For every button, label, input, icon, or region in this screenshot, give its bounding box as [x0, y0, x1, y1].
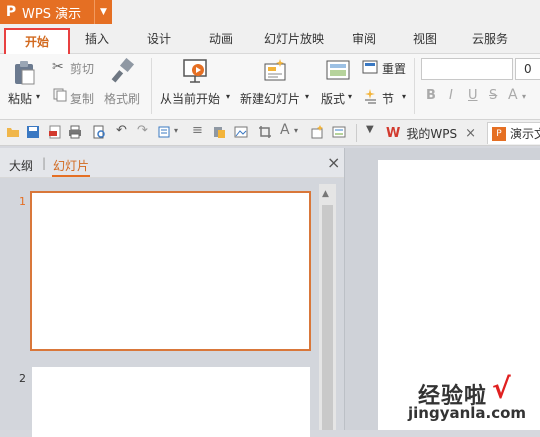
font-size-input[interactable]: 0	[515, 58, 540, 80]
tab-slides[interactable]: 幻灯片	[53, 157, 89, 174]
bold-button[interactable]: B	[426, 88, 436, 103]
section-dropdown-icon[interactable]: ▾	[402, 92, 406, 101]
font-color-dropdown-icon[interactable]: ▾	[522, 92, 526, 101]
layout-small-icon[interactable]	[332, 125, 346, 139]
tab-cloud-service[interactable]: 云服务	[469, 30, 511, 50]
tab-animation[interactable]: 动画	[206, 30, 236, 50]
app-title: WPS 演示	[22, 6, 82, 22]
print-icon[interactable]	[68, 125, 82, 139]
slide-number: 2	[19, 372, 26, 385]
from-current-button[interactable]: 从当前开始	[160, 90, 220, 107]
tab-view[interactable]: 视图	[410, 30, 440, 50]
slide-number: 1	[19, 195, 26, 208]
new-slide-icon[interactable]	[262, 58, 288, 84]
copy-button[interactable]: 复制	[70, 90, 94, 107]
paste-button[interactable]: 粘贴	[8, 90, 32, 107]
redo-icon[interactable]: ↷	[137, 123, 151, 138]
align-icon[interactable]: ≡	[192, 123, 206, 138]
tab-review[interactable]: 审阅	[349, 30, 379, 50]
tab-home-highlight: 开始	[4, 28, 70, 57]
crop-icon[interactable]	[258, 125, 272, 139]
play-from-current-icon[interactable]	[182, 58, 210, 86]
tab-outline[interactable]: 大纲	[9, 157, 33, 174]
chevron-down-icon[interactable]: ▼	[94, 0, 112, 24]
presentation-file-icon: P	[492, 126, 506, 141]
save-icon[interactable]	[26, 125, 40, 139]
slide-thumbnail[interactable]	[32, 367, 310, 437]
format-painter-button[interactable]: 格式刷	[104, 90, 140, 107]
watermark-url: jingyanla.com	[408, 404, 527, 422]
tab-separator: |	[42, 156, 47, 170]
slide-thumbnail-selected[interactable]	[30, 191, 311, 351]
quick-access-toolbar: ↶ ↷ ▾ ≡ A ▾ ▼ W 我的WPS × P 演示文	[0, 120, 540, 146]
checkmark-icon: √	[492, 372, 511, 405]
scroll-up-icon[interactable]: ▲	[322, 189, 329, 199]
close-icon[interactable]: ×	[465, 126, 476, 141]
toolbar-overflow-icon[interactable]: ▼	[366, 124, 380, 138]
font-size-value: 0	[524, 62, 532, 76]
toolbar-divider	[356, 124, 357, 142]
title-bar	[112, 0, 540, 24]
tab-home[interactable]: 开始	[6, 33, 68, 50]
reset-icon	[362, 60, 378, 74]
tab-slideshow[interactable]: 幻灯片放映	[261, 30, 327, 50]
copy-icon	[53, 88, 67, 102]
paste-special-icon[interactable]	[212, 125, 226, 139]
new-slide-button[interactable]: 新建幻灯片	[240, 90, 300, 107]
app-menu-button[interactable]: P WPS 演示 ▼	[0, 0, 112, 24]
format-painter-icon[interactable]	[110, 58, 136, 84]
layout-button[interactable]: 版式	[321, 90, 345, 107]
new-slide-small-icon[interactable]	[310, 125, 324, 139]
scissors-icon: ✂	[52, 59, 64, 75]
strikethrough-button[interactable]: S	[489, 88, 497, 103]
ribbon-panel: 粘贴 ▾ ✂ 剪切 复制 格式刷 从当前开始 ▾ 新建幻灯片 ▾ 版式 ▾ 重置…	[0, 54, 540, 120]
section-icon	[365, 89, 376, 104]
wps-logo-icon: P	[5, 4, 17, 20]
layout-dropdown-icon[interactable]: ▾	[348, 92, 352, 101]
chevron-down-icon[interactable]: ▾	[294, 126, 308, 140]
reset-button[interactable]: 重置	[382, 60, 406, 77]
close-icon[interactable]: ×	[327, 153, 340, 172]
from-current-dropdown-icon[interactable]: ▾	[226, 92, 230, 101]
image-icon[interactable]	[234, 125, 248, 139]
undo-icon[interactable]: ↶	[116, 123, 130, 138]
cut-button[interactable]: 剪切	[70, 60, 94, 77]
open-folder-icon[interactable]	[6, 125, 20, 139]
export-pdf-icon[interactable]	[48, 125, 62, 139]
tab-design[interactable]: 设计	[144, 30, 174, 50]
ribbon-tab-bar: 开始 插入 设计 动画 幻灯片放映 审阅 视图 云服务	[0, 24, 540, 57]
wps-w-icon: W	[386, 125, 401, 141]
ribbon-divider	[151, 58, 152, 114]
font-name-input[interactable]	[421, 58, 513, 80]
active-tab-underline	[52, 175, 90, 177]
underline-button[interactable]: U	[468, 88, 478, 103]
italic-button[interactable]: I	[449, 88, 453, 103]
new-slide-dropdown-icon[interactable]: ▾	[305, 92, 309, 101]
section-button[interactable]: 节	[382, 90, 394, 107]
paste-icon[interactable]	[12, 60, 36, 86]
font-color-button[interactable]: A	[508, 87, 518, 103]
ribbon-divider	[414, 58, 415, 114]
tab-insert[interactable]: 插入	[82, 30, 112, 50]
doc-tab-my-wps[interactable]: W 我的WPS ×	[382, 122, 482, 144]
format-icon[interactable]	[158, 125, 172, 139]
print-preview-icon[interactable]	[92, 125, 106, 139]
scrollbar-thumb[interactable]	[322, 205, 333, 430]
doc-tab-my-wps-label: 我的WPS	[406, 126, 458, 141]
text-color-icon[interactable]: A	[280, 122, 294, 138]
doc-tab-presentation[interactable]: P 演示文	[487, 122, 540, 144]
doc-tab-presentation-label: 演示文	[510, 127, 540, 141]
chevron-down-icon[interactable]: ▾	[174, 126, 188, 140]
paste-dropdown-icon[interactable]: ▾	[36, 92, 40, 101]
layout-icon[interactable]	[326, 60, 350, 82]
slide-pane-header: 大纲 | 幻灯片 ×	[0, 148, 344, 178]
